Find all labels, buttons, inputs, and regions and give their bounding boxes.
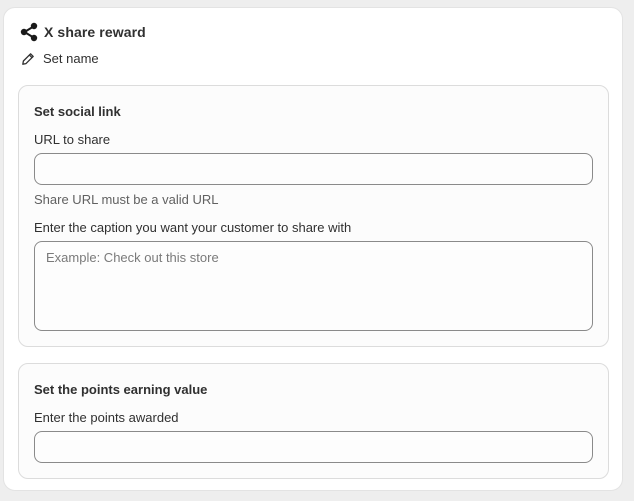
url-help-text: Share URL must be a valid URL [34,192,219,207]
social-link-heading: Set social link [34,104,121,119]
points-label: Enter the points awarded [34,410,179,425]
points-input[interactable] [34,431,593,463]
x-share-reward-card: X share reward Set name Set social link … [3,7,623,491]
set-name-button[interactable]: Set name [21,51,99,66]
points-heading: Set the points earning value [34,382,208,397]
caption-textarea[interactable] [34,241,593,331]
pencil-icon [21,52,35,66]
caption-label: Enter the caption you want your customer… [34,220,352,235]
points-section: Set the points earning value Enter the p… [18,363,609,479]
url-input[interactable] [34,153,593,185]
set-name-label: Set name [43,51,99,66]
url-label: URL to share [34,132,111,147]
share-icon [19,22,39,42]
card-header: X share reward [19,22,146,42]
social-link-section: Set social link URL to share Share URL m… [18,85,609,347]
card-title: X share reward [44,24,146,40]
